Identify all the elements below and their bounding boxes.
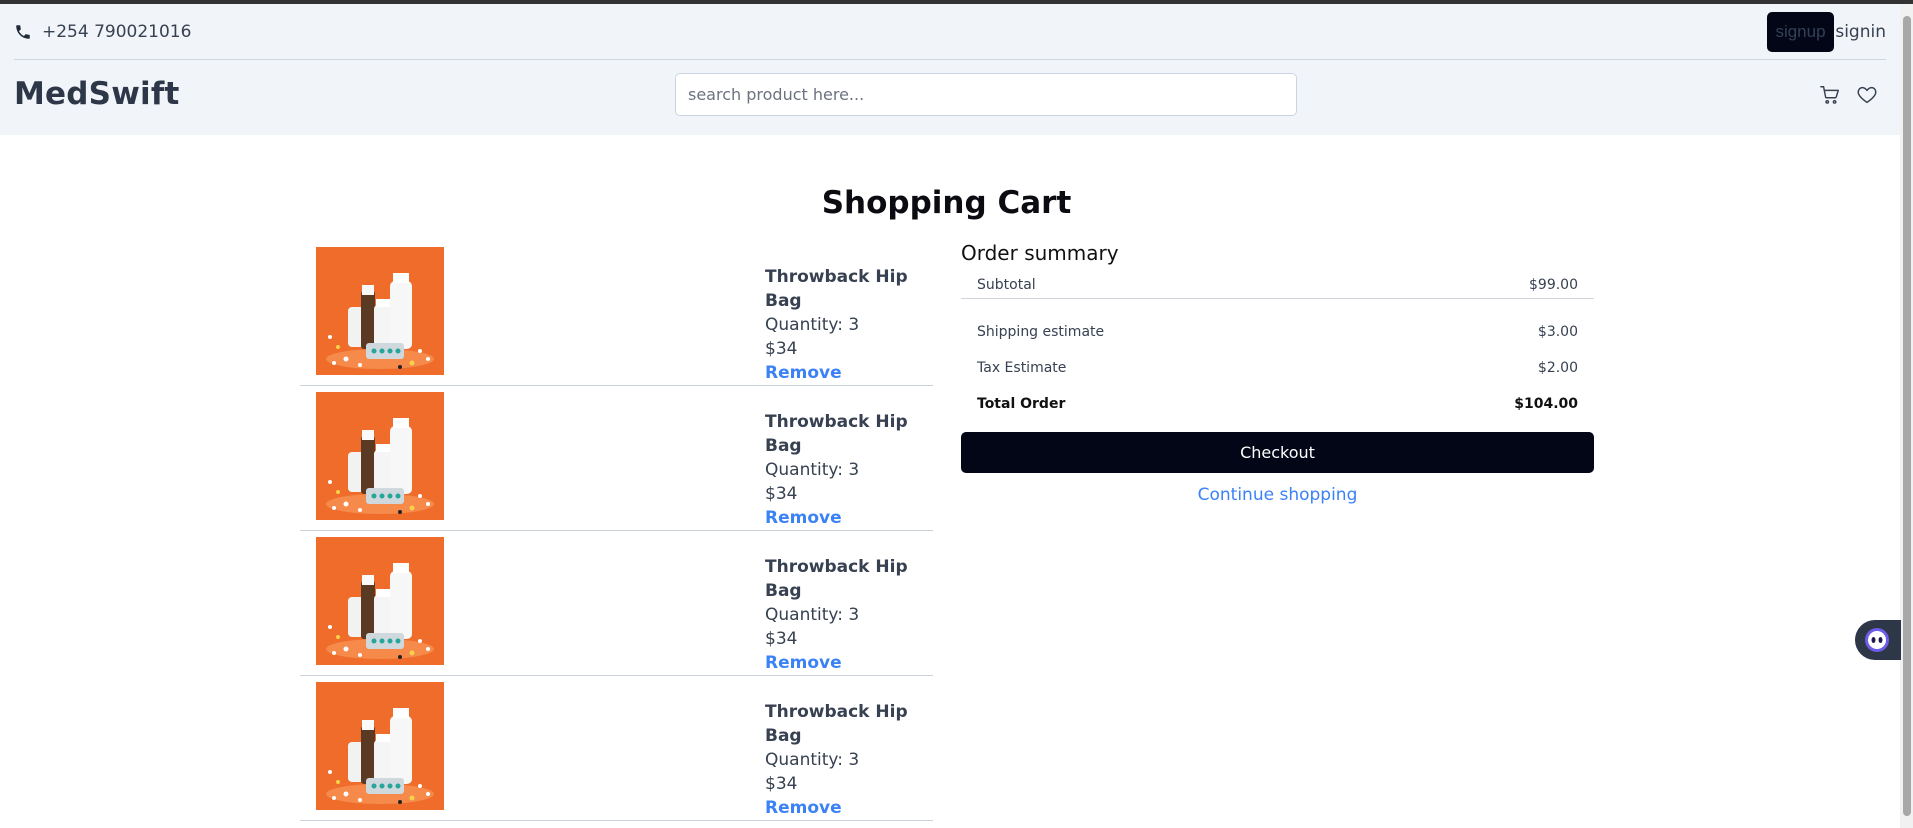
cart-item-info: Throwback Hip Bag Quantity: 3 $34 Remove: [765, 700, 933, 820]
search-input[interactable]: [675, 73, 1297, 116]
total-label: Total Order: [977, 396, 1066, 412]
remove-button[interactable]: Remove: [765, 796, 933, 820]
product-quantity: Quantity: 3: [765, 750, 860, 770]
product-name[interactable]: Throwback Hip Bag: [765, 265, 933, 313]
scrollbar-thumb[interactable]: [1903, 16, 1911, 816]
site-logo[interactable]: MedSwift: [14, 76, 180, 112]
top-bar: +254 790021016 signup signin: [14, 4, 1886, 60]
shipping-row: Shipping estimate $3.00: [961, 314, 1594, 350]
cart-item: Throwback Hip Bag Quantity: 3 $34 Remove: [300, 531, 933, 676]
cart-icon[interactable]: [1819, 84, 1841, 106]
remove-button[interactable]: Remove: [765, 506, 933, 530]
chatbot-icon: [1865, 628, 1889, 652]
product-price: $34: [765, 774, 798, 794]
cart-item-info: Throwback Hip Bag Quantity: 3 $34 Remove: [765, 265, 933, 385]
cart-item: Throwback Hip Bag Quantity: 3 $34 Remove: [300, 386, 933, 531]
tax-label: Tax Estimate: [977, 360, 1067, 376]
remove-button[interactable]: Remove: [765, 651, 933, 675]
cart-item-info: Throwback Hip Bag Quantity: 3 $34 Remove: [765, 555, 933, 675]
product-quantity: Quantity: 3: [765, 460, 860, 480]
product-price: $34: [765, 629, 798, 649]
page-title: Shopping Cart: [821, 185, 1072, 221]
order-summary-title: Order summary: [961, 241, 1119, 265]
signup-button[interactable]: signup: [1767, 12, 1834, 52]
product-price: $34: [765, 339, 798, 359]
remove-button[interactable]: Remove: [765, 361, 933, 385]
cart-item-info: Throwback Hip Bag Quantity: 3 $34 Remove: [765, 410, 933, 530]
order-summary: Order summary Subtotal $99.00 Shipping e…: [961, 241, 1594, 505]
product-image[interactable]: [316, 247, 444, 375]
checkout-button[interactable]: Checkout: [961, 432, 1594, 473]
heart-icon[interactable]: [1856, 84, 1878, 106]
tax-value: $2.00: [1537, 360, 1578, 376]
chatbot-launcher[interactable]: [1855, 620, 1901, 660]
product-image[interactable]: [316, 682, 444, 810]
signin-link[interactable]: signin: [1835, 22, 1886, 42]
product-quantity: Quantity: 3: [765, 315, 860, 335]
product-name[interactable]: Throwback Hip Bag: [765, 555, 933, 603]
continue-shopping-link[interactable]: Continue shopping: [961, 485, 1594, 505]
cart-item: Throwback Hip Bag Quantity: 3 $34 Remove: [300, 241, 933, 386]
subtotal-row: Subtotal $99.00: [961, 271, 1594, 299]
product-image[interactable]: [316, 537, 444, 665]
product-name[interactable]: Throwback Hip Bag: [765, 410, 933, 458]
product-image[interactable]: [316, 392, 444, 520]
cart-item: Throwback Hip Bag Quantity: 3 $34 Remove: [300, 676, 933, 821]
product-name[interactable]: Throwback Hip Bag: [765, 700, 933, 748]
subtotal-label: Subtotal: [977, 276, 1036, 293]
shipping-value: $3.00: [1537, 324, 1578, 340]
phone-number: +254 790021016: [42, 22, 192, 42]
shipping-label: Shipping estimate: [977, 324, 1105, 340]
total-value: $104.00: [1514, 396, 1578, 412]
cart-items-list: Throwback Hip Bag Quantity: 3 $34 Remove…: [300, 241, 933, 821]
subtotal-value: $99.00: [1529, 276, 1578, 293]
phone-icon: [16, 25, 30, 39]
product-price: $34: [765, 484, 798, 504]
contact-phone: +254 790021016: [14, 22, 191, 42]
total-row: Total Order $104.00: [961, 386, 1594, 422]
product-quantity: Quantity: 3: [765, 605, 860, 625]
site-header: +254 790021016 signup signin MedSwift: [0, 4, 1900, 135]
page-scrollbar[interactable]: [1900, 4, 1913, 828]
tax-row: Tax Estimate $2.00: [961, 350, 1594, 386]
